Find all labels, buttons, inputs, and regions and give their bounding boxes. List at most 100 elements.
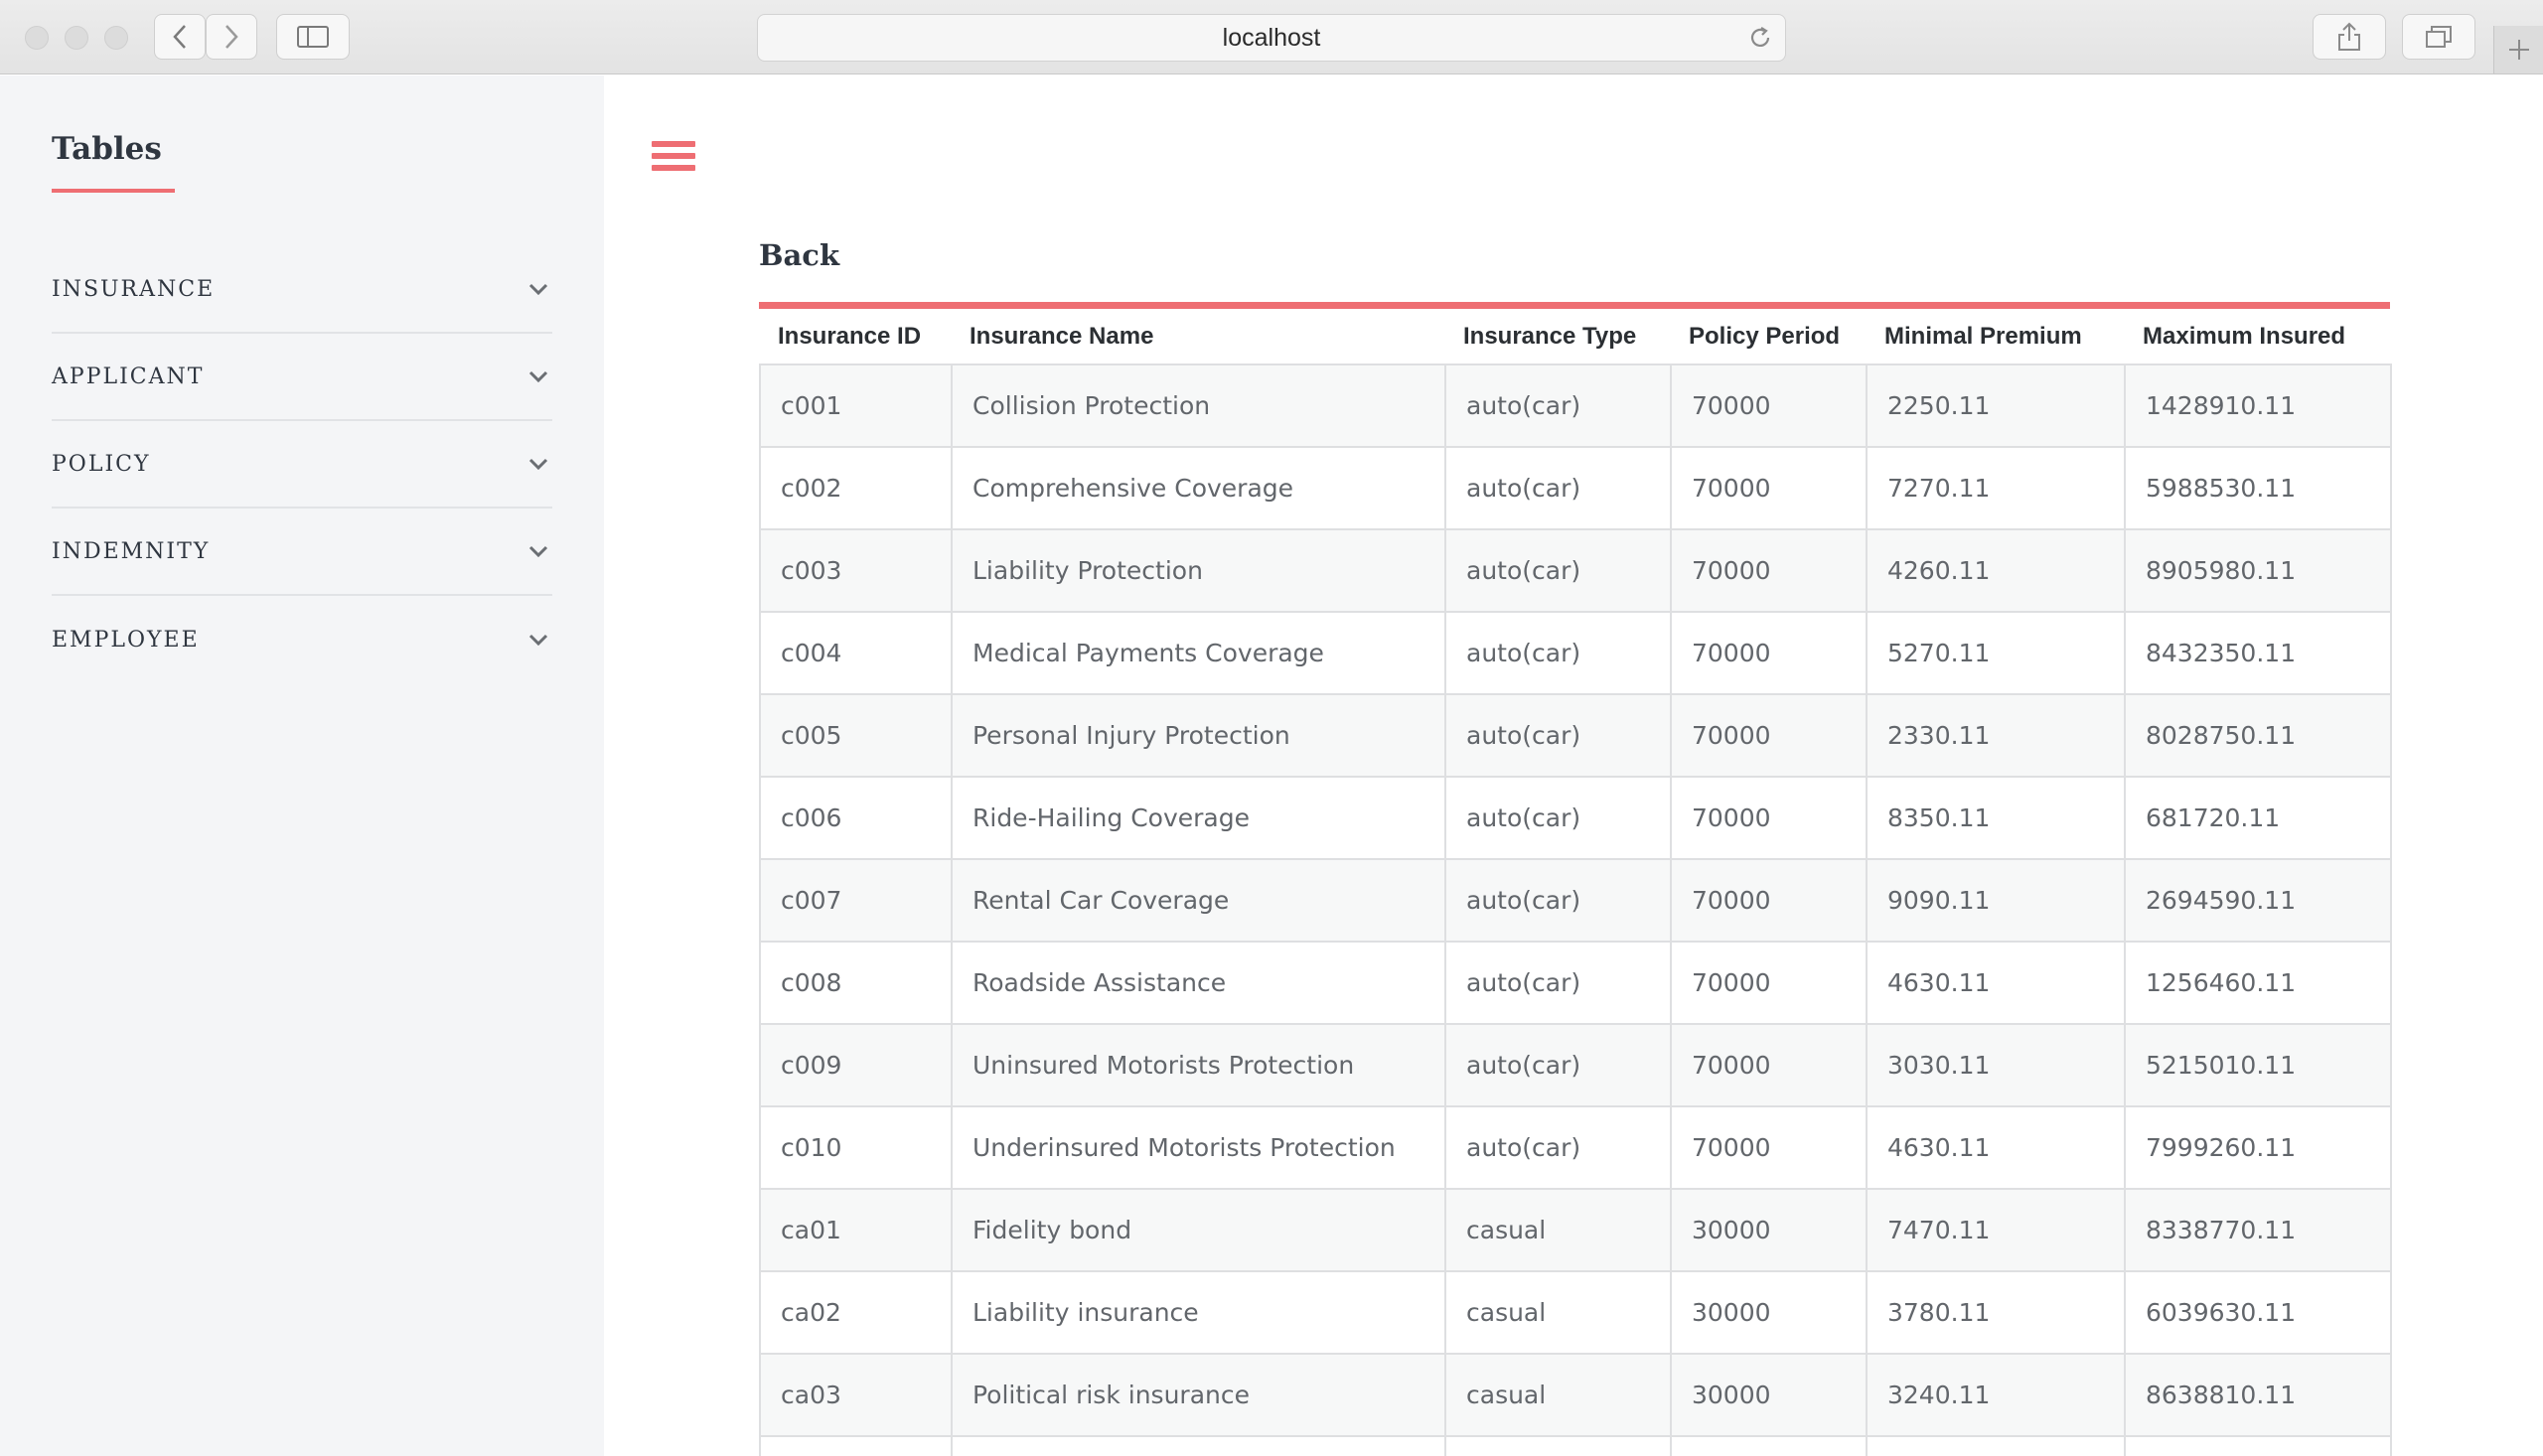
share-icon [2338,22,2360,51]
cell-insurance-id: c006 [759,776,953,860]
column-header-minimal-premium[interactable]: Minimal Premium [1867,309,2125,364]
cell-maximum-insured: 1428910.11 [2124,364,2392,448]
cell-insurance-id: c007 [759,858,953,943]
sidebar-icon [297,26,329,48]
cell-insurance-type: casual [1444,1188,1672,1272]
cell-insurance-type: auto(car) [1444,858,1672,943]
window-zoom-button[interactable] [104,26,128,50]
table-row[interactable]: c008 Roadside Assistance auto(car) 70000 463… [759,941,2392,1025]
cell-insurance-id: c010 [759,1105,953,1190]
tabs-icon [2426,26,2452,48]
chevron-down-icon [528,545,548,557]
cell-insurance-name: Collision Protection [951,364,1446,448]
cell-insurance-id: ca02 [759,1270,953,1355]
cell-insurance-id: c004 [759,611,953,695]
forward-nav-button[interactable] [206,14,257,60]
cell-maximum-insured: 8028750.11 [2124,693,2392,778]
cell-policy-period: 70000 [1670,446,1868,530]
cell-minimal-premium: 7470.11 [1866,1188,2126,1272]
address-bar[interactable]: localhost [757,14,1786,62]
cell-maximum-insured: 7999260.11 [2124,1105,2392,1190]
cell-maximum-insured: 5988530.11 [2124,446,2392,530]
chevron-down-icon [528,458,548,470]
cell-insurance-name: Roadside Assistance [951,941,1446,1025]
cell-policy-period: 30000 [1670,1270,1868,1355]
table-row[interactable]: c010 Underinsured Motorists Protection aut… [759,1105,2392,1190]
tabs-overview-button[interactable] [2402,14,2475,60]
cell-insurance-type: auto(car) [1444,693,1672,778]
cell-maximum-insured: 6039630.11 [2124,1270,2392,1355]
address-text: localhost [1222,23,1321,52]
cell-insurance-id: c008 [759,941,953,1025]
cell-insurance-type: auto(car) [1444,941,1672,1025]
column-header-policy-period[interactable]: Policy Period [1671,309,1867,364]
column-header-insurance-type[interactable]: Insurance Type [1445,309,1671,364]
column-header-maximum-insured[interactable]: Maximum Insured [2125,309,2391,364]
cell-maximum-insured: 8905980.11 [2124,528,2392,613]
cell-insurance-name: Rental Car Coverage [951,858,1446,943]
chevron-right-icon [225,25,238,49]
table-row[interactable]: c007 Rental Car Coverage auto(car) 70000 909… [759,858,2392,943]
cell-policy-period: 30000 [1670,1188,1868,1272]
window-close-button[interactable] [25,26,49,50]
sidebar-item-label: POLICY [52,451,151,477]
cell-insurance-type: auto(car) [1444,1105,1672,1190]
column-header-insurance-name[interactable]: Insurance Name [952,309,1445,364]
cell-insurance-id [759,1435,953,1456]
column-header-insurance-id[interactable]: Insurance ID [760,309,952,364]
table-row[interactable]: ca01 Fidelity bond casual 30000 7470.11 83387… [759,1188,2392,1272]
sidebar-title-underline [52,189,175,193]
cell-insurance-type: casual [1444,1353,1672,1437]
table-row[interactable]: c001 Collision Protection auto(car) 70000 22… [759,364,2392,448]
cell-policy-period: 30000 [1670,1353,1868,1437]
new-tab-button[interactable] [2493,26,2543,73]
cell-policy-period: 70000 [1670,364,1868,448]
plus-icon [2508,40,2529,60]
table-row[interactable]: c006 Ride-Hailing Coverage auto(car) 70000 8… [759,776,2392,860]
table-row[interactable]: c002 Comprehensive Coverage auto(car) 70000… [759,446,2392,530]
back-link[interactable]: Back [759,238,839,272]
cell-insurance-name: Ride-Hailing Coverage [951,776,1446,860]
cell-insurance-name: Political risk insurance [951,1353,1446,1437]
cell-insurance-type: auto(car) [1444,611,1672,695]
cell-maximum-insured: 2694590.11 [2124,858,2392,943]
table-row[interactable]: ca02 Liability insurance casual 30000 3780.1… [759,1270,2392,1355]
main-content: Back Insurance ID Insurance Name Insuran… [604,75,2543,1456]
cell-insurance-type: auto(car) [1444,446,1672,530]
sidebar-item-applicant[interactable]: APPLICANT [52,334,552,421]
cell-policy-period: 70000 [1670,528,1868,613]
cell-insurance-name: Liability Protection [951,528,1446,613]
cell-minimal-premium [1866,1435,2126,1456]
cell-insurance-id: c002 [759,446,953,530]
chevron-down-icon [528,370,548,382]
reload-icon[interactable] [1747,25,1773,58]
sidebar: Tables INSURANCE APPLICANT POLICY INDEMN… [0,75,604,1456]
cell-maximum-insured [2124,1435,2392,1456]
table-row[interactable] [759,1435,2392,1456]
back-nav-button[interactable] [154,14,206,60]
sidebar-item-insurance[interactable]: INSURANCE [52,246,552,334]
cell-insurance-name: Medical Payments Coverage [951,611,1446,695]
window-minimize-button[interactable] [65,26,88,50]
sidebar-item-label: APPLICANT [52,364,205,389]
sidebar-item-indemnity[interactable]: INDEMNITY [52,509,552,596]
browser-toolbar: localhost [0,0,2543,74]
cell-maximum-insured: 5215010.11 [2124,1023,2392,1107]
table-row[interactable]: c004 Medical Payments Coverage auto(car) 70… [759,611,2392,695]
cell-policy-period: 70000 [1670,693,1868,778]
share-button[interactable] [2313,14,2386,60]
table-row[interactable]: c003 Liability Protection auto(car) 70000 42… [759,528,2392,613]
sidebar-item-policy[interactable]: POLICY [52,421,552,509]
sidebar-toggle-button[interactable] [276,14,350,60]
sidebar-item-label: EMPLOYEE [52,627,200,653]
table-row[interactable]: ca03 Political risk insurance casual 30000 3… [759,1353,2392,1437]
cell-insurance-type [1444,1435,1672,1456]
sidebar-item-employee[interactable]: EMPLOYEE [52,596,552,683]
table-row[interactable]: c005 Personal Injury Protection auto(car) 7… [759,693,2392,778]
chevron-down-icon [528,634,548,646]
sidebar-item-label: INDEMNITY [52,538,211,564]
cell-insurance-id: c001 [759,364,953,448]
cell-policy-period: 70000 [1670,941,1868,1025]
table-row[interactable]: c009 Uninsured Motorists Protection auto(c… [759,1023,2392,1107]
hamburger-menu-icon[interactable] [652,141,695,181]
